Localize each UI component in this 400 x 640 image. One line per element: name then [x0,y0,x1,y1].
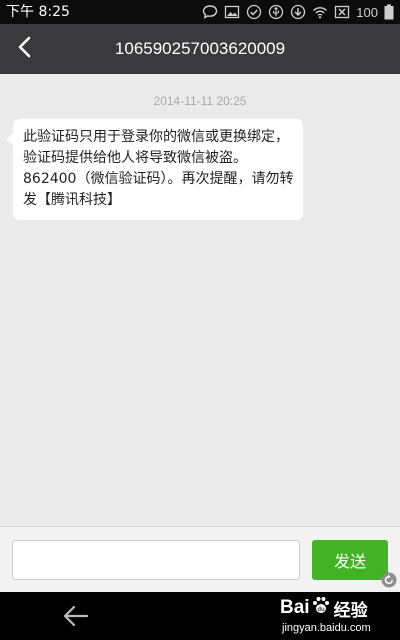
chevron-left-icon [17,36,33,62]
watermark-brand-right: 经验 [333,600,368,621]
watermark-url: jingyan.baidu.com [282,622,371,634]
usb-icon [268,4,284,20]
watermark-logo: Bai du 经验 [280,595,368,621]
baidu-jingyan-watermark: Bai du 经验 jingyan.baidu.com [280,596,398,638]
send-button[interactable]: 发送 [312,540,388,580]
battery-percent: 100 [356,4,378,20]
back-button[interactable] [6,30,44,68]
conversation-header: 106590257003620009 [0,24,400,74]
message-input[interactable] [12,540,300,580]
incoming-message-bubble[interactable]: 此验证码只用于登录你的微信或更换绑定，验证码提供给他人将导致微信被盗。86240… [6,119,303,220]
image-icon [224,4,240,20]
status-bar: 下午 8:25 100 [0,0,400,24]
battery-icon [384,4,394,20]
status-icons: 100 [202,3,394,21]
watermark-brand-left: Bai [280,597,310,618]
message-timestamp: 2014-11-11 20:25 [153,94,247,108]
back-arrow-icon[interactable] [62,604,90,628]
composer-bar: 发送 [0,526,400,592]
conversation-title: 106590257003620009 [114,39,286,58]
download-icon [290,4,306,20]
check-circle-icon [246,4,262,20]
refresh-icon [381,572,397,588]
wifi-icon [312,4,328,20]
svg-text:du: du [317,607,325,613]
chat-bubble-icon [202,4,218,20]
message-list[interactable]: 2014-11-11 20:25 此验证码只用于登录你的微信或更换绑定，验证码提… [0,74,400,526]
signal-off-icon [334,4,350,20]
paw-icon: du [311,595,331,621]
status-time: 下午 8:25 [6,4,70,20]
